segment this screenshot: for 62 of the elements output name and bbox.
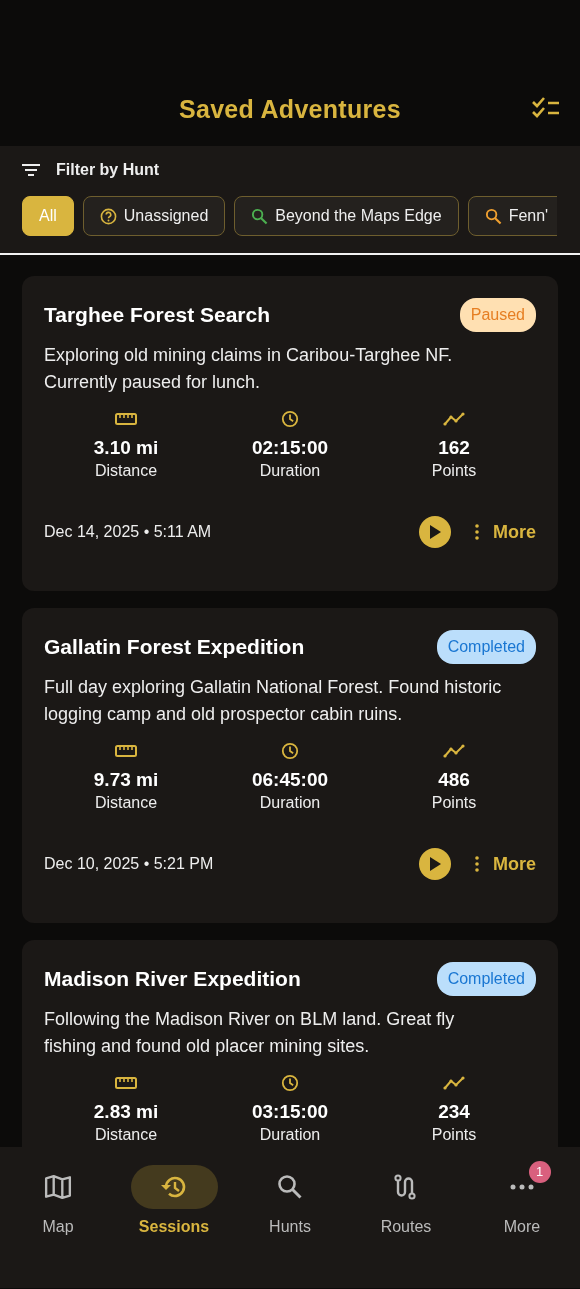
session-title: Targhee Forest Search [44, 302, 271, 328]
session-date: Dec 14, 2025 • 5:11 AM [44, 522, 213, 542]
stat-label: Duration [259, 461, 321, 481]
filter-chip[interactable]: Unassigned [82, 196, 226, 236]
nav-tab[interactable]: Sessions [116, 1165, 232, 1288]
kebab-icon [475, 524, 479, 540]
play-button[interactable] [419, 516, 451, 548]
clock-icon [279, 1074, 301, 1092]
session-description: Exploring old mining claims in Caribou-Targhee NF. Currently paused for lunch. [44, 344, 454, 394]
play-icon [430, 525, 441, 539]
notification-badge: 1 [528, 1161, 551, 1183]
clock-icon [279, 410, 301, 428]
filter-label: Filter by Hunt [56, 160, 160, 180]
stat-value: 162 [438, 436, 470, 460]
clock-icon [279, 742, 301, 760]
trend-line-icon [443, 742, 465, 760]
stat-value: 3.10 mi [93, 436, 159, 460]
ruler-icon [115, 1074, 137, 1092]
ruler-icon [115, 742, 137, 760]
more-button[interactable]: More [475, 850, 536, 878]
stat-label: Points [431, 1125, 477, 1145]
filter-chip[interactable]: Beyond the Maps Edge [234, 196, 459, 236]
stat-value: 9.73 mi [93, 768, 159, 792]
status-pill: Completed [436, 630, 536, 664]
stat-value: 06:45:00 [251, 768, 329, 792]
stat-label: Points [431, 461, 477, 481]
nav-tab[interactable]: Routes [348, 1165, 464, 1288]
nav-tab[interactable]: Hunts [232, 1165, 348, 1288]
stat-label: Distance [94, 1125, 158, 1145]
filter-chip[interactable]: Fenn' [467, 196, 557, 236]
trend-line-icon [443, 410, 465, 428]
search-icon [276, 1174, 304, 1200]
checklist-icon[interactable] [532, 97, 560, 119]
session-title: Madison River Expedition [44, 966, 301, 992]
kebab-icon [475, 856, 479, 872]
play-button[interactable] [419, 848, 451, 880]
stat-label: Distance [94, 793, 158, 813]
stat-value: 02:15:00 [251, 436, 329, 460]
ruler-icon [115, 410, 137, 428]
play-icon [430, 857, 441, 871]
trend-line-icon [443, 1074, 465, 1092]
stat-label: Points [431, 793, 477, 813]
stat-value: 03:15:00 [251, 1100, 329, 1124]
history-icon [160, 1174, 188, 1200]
session-date: Dec 10, 2025 • 5:21 PM [44, 854, 215, 874]
map-icon [44, 1174, 72, 1200]
stat-label: Distance [94, 461, 158, 481]
session-title: Gallatin Forest Expedition [44, 634, 305, 660]
stat-value: 234 [438, 1100, 470, 1124]
status-pill: Paused [459, 298, 536, 332]
more-button[interactable]: More [475, 518, 536, 546]
status-pill: Completed [436, 962, 536, 996]
stat-label: Duration [259, 1125, 321, 1145]
stat-value: 2.83 mi [93, 1100, 159, 1124]
more-icon [508, 1184, 536, 1190]
page-title: Saved Adventures [179, 94, 401, 124]
stat-label: Duration [259, 793, 321, 813]
nav-tab[interactable]: Map [0, 1165, 116, 1288]
session-description: Full day exploring Gallatin National Forest. Found historic logging camp and old prospector cabin ruins. [44, 676, 503, 726]
stat-value: 486 [438, 768, 470, 792]
session-description: Following the Madison River on BLM land. Great fly fishing and found old placer mining sites. [44, 1008, 456, 1058]
filter-icon [22, 163, 40, 177]
